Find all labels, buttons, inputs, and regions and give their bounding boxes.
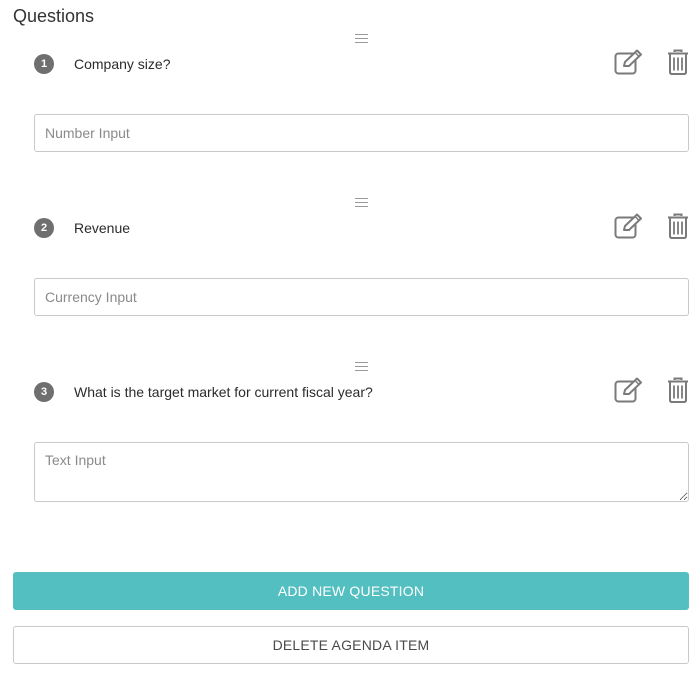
edit-icon: [614, 377, 642, 403]
question-number-badge: 2: [34, 218, 54, 238]
delete-question-button[interactable]: [662, 210, 694, 242]
question-label: What is the target market for current fi…: [74, 384, 373, 400]
drag-handle-icon[interactable]: [355, 34, 368, 43]
question-label: Company size?: [74, 56, 171, 72]
currency-input-field[interactable]: [34, 278, 689, 316]
trash-icon: [668, 49, 688, 75]
add-new-question-button[interactable]: ADD NEW QUESTION: [13, 572, 689, 610]
text-input-field[interactable]: [34, 442, 689, 502]
edit-question-button[interactable]: [613, 46, 645, 78]
delete-question-button[interactable]: [662, 374, 694, 406]
trash-icon: [668, 377, 688, 403]
number-input-field[interactable]: [34, 114, 689, 152]
edit-icon: [614, 49, 642, 75]
question-number-badge: 3: [34, 382, 54, 402]
question-number-badge: 1: [34, 54, 54, 74]
edit-question-button[interactable]: [613, 210, 645, 242]
edit-question-button[interactable]: [613, 374, 645, 406]
page-title: Questions: [13, 6, 95, 26]
delete-agenda-item-button[interactable]: DELETE AGENDA ITEM: [13, 626, 689, 664]
edit-icon: [614, 213, 642, 239]
drag-handle-icon[interactable]: [355, 362, 368, 371]
delete-question-button[interactable]: [662, 46, 694, 78]
drag-handle-icon[interactable]: [355, 198, 368, 207]
question-label: Revenue: [74, 220, 131, 236]
questions-panel: Questions 1 Company size? Number Input 2…: [0, 0, 699, 679]
trash-icon: [668, 213, 688, 239]
